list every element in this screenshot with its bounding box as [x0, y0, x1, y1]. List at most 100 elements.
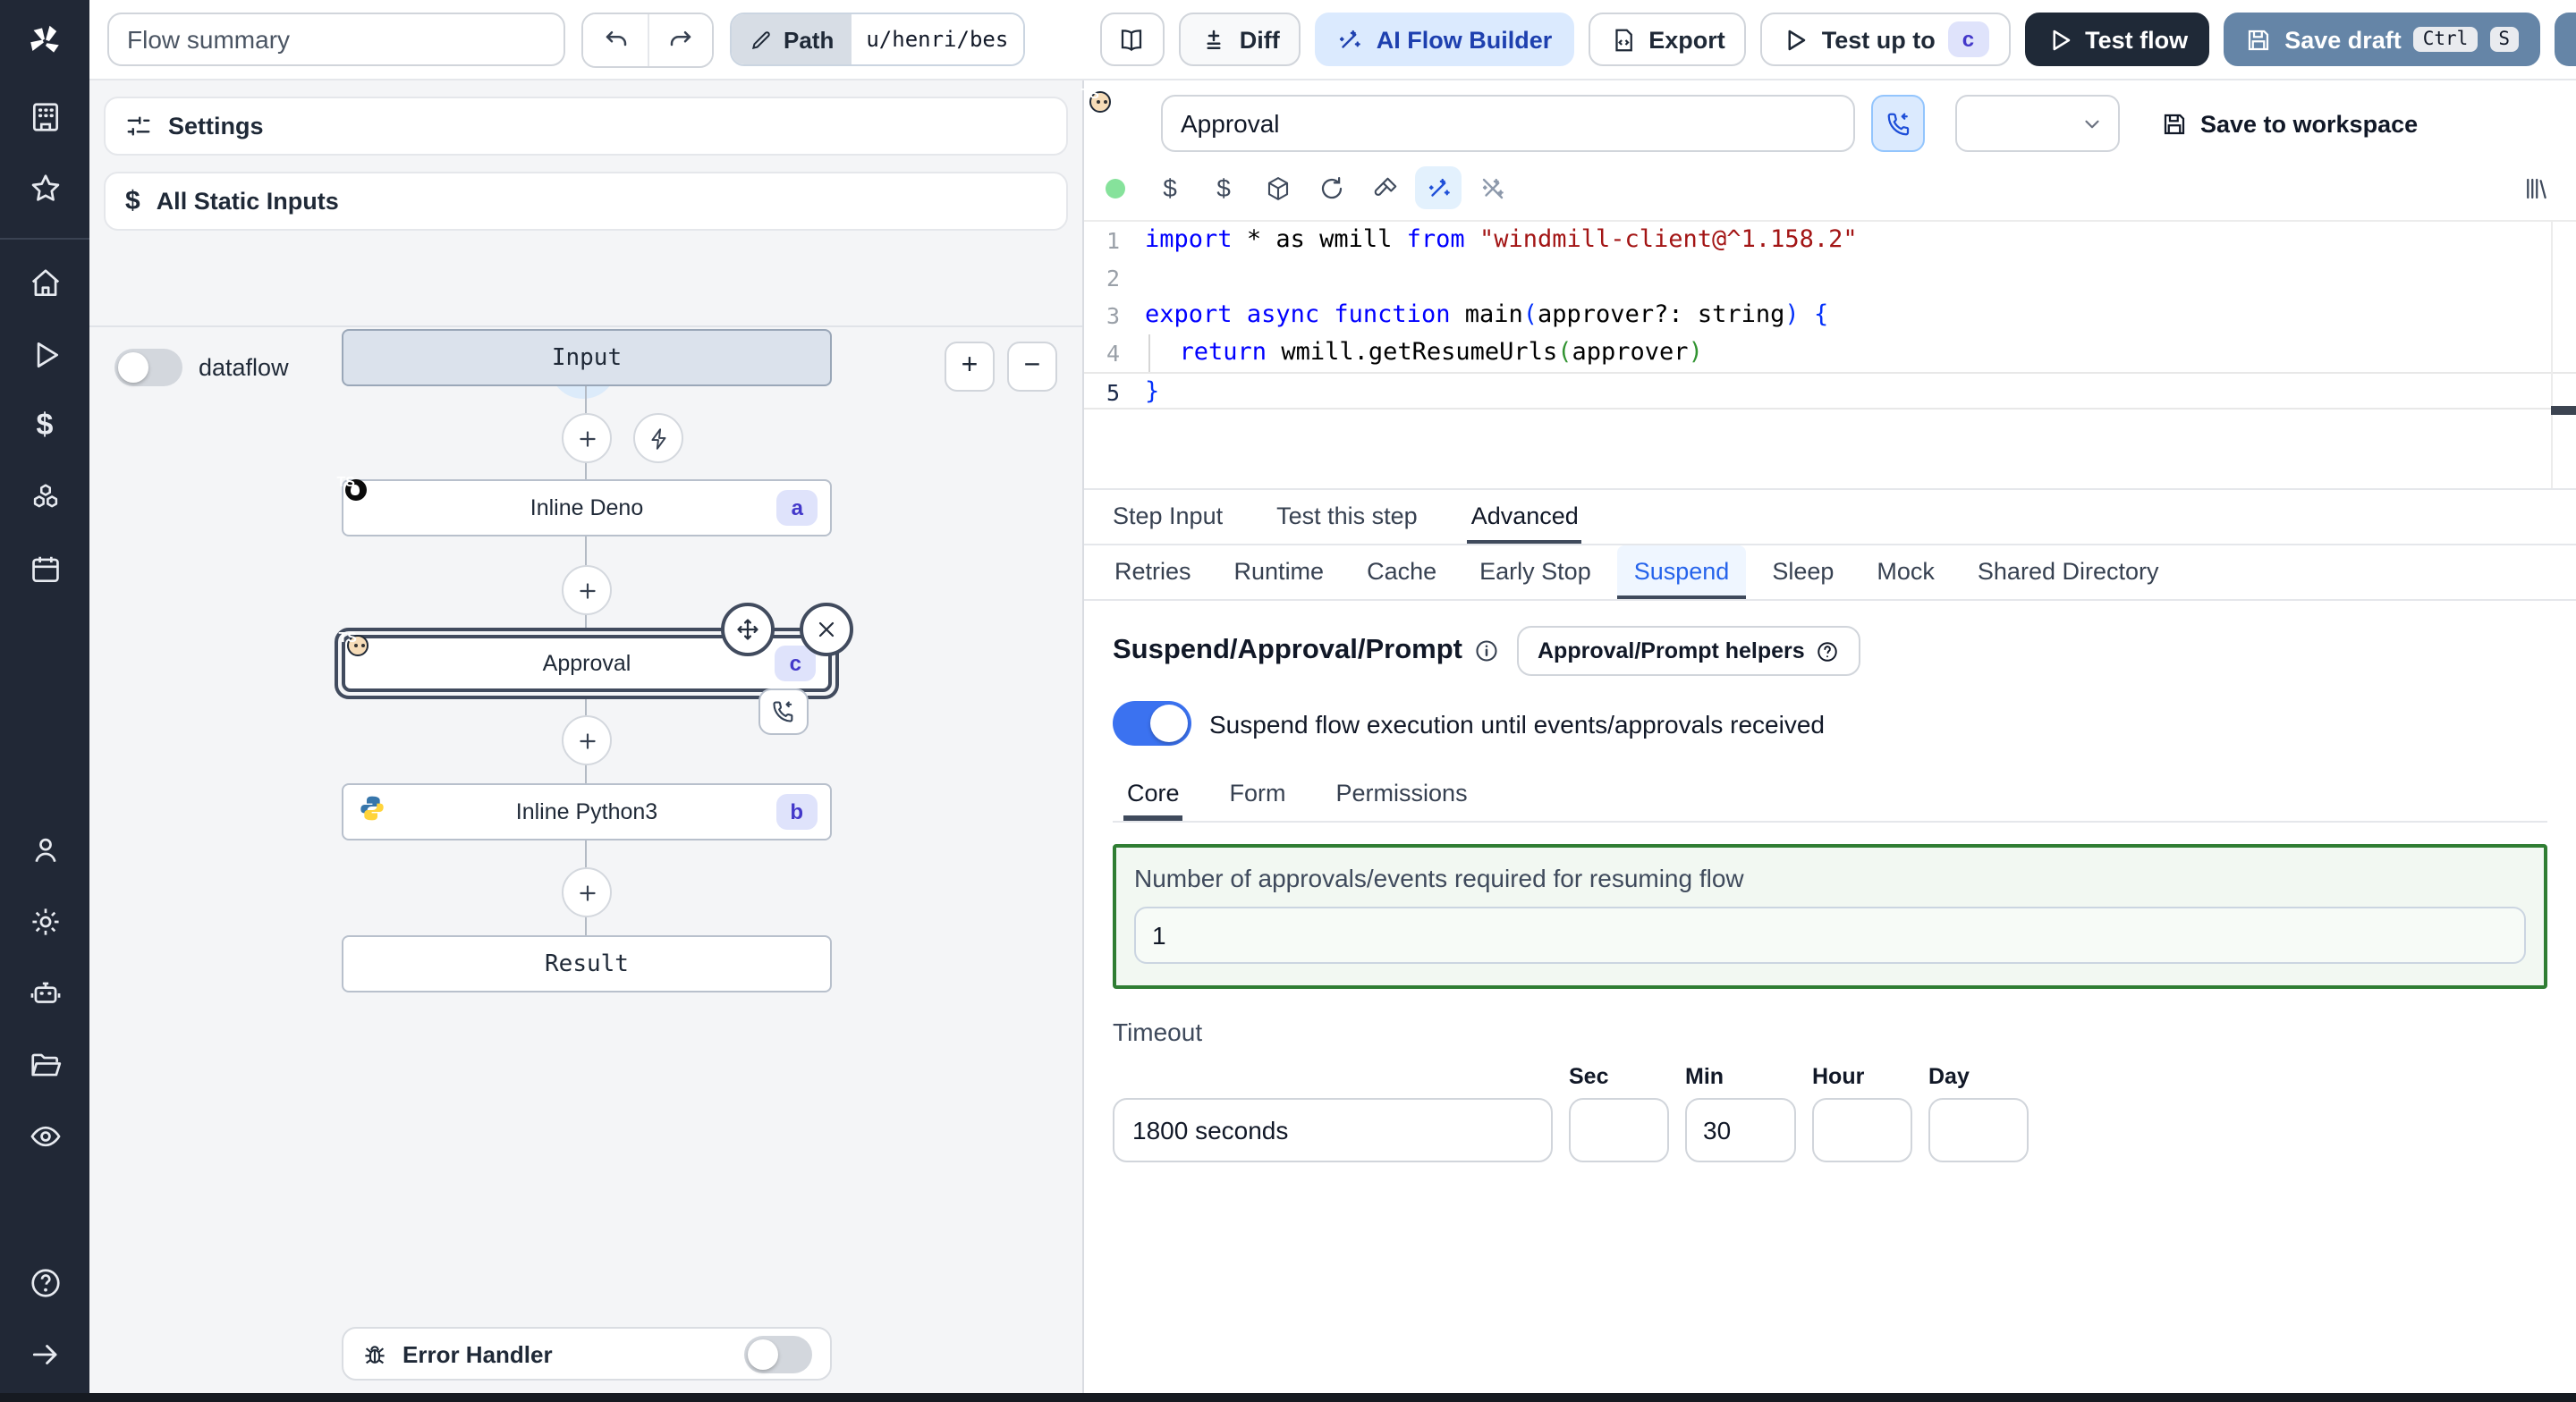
- trigger-bolt-button[interactable]: [633, 413, 683, 463]
- error-handler-toggle[interactable]: [744, 1335, 812, 1372]
- folders-icon[interactable]: [21, 1041, 68, 1087]
- audit-eye-icon[interactable]: [21, 1112, 68, 1159]
- collapse-arrow-icon[interactable]: [21, 1330, 68, 1377]
- node-python-label: Inline Python3: [515, 799, 658, 824]
- home-icon[interactable]: [21, 259, 68, 306]
- dataflow-toggle[interactable]: [114, 349, 182, 386]
- subtab-retries[interactable]: Retries: [1098, 545, 1208, 599]
- deploy-button-clipped[interactable]: [2555, 13, 2576, 66]
- suspend-subtabs: Core Form Permissions: [1113, 771, 2547, 823]
- timeout-hour-input[interactable]: [1812, 1098, 1912, 1162]
- suspend-tab-permissions[interactable]: Permissions: [1333, 771, 1471, 821]
- test-up-to-step-badge: c: [1947, 21, 1989, 57]
- node-result-label: Result: [545, 950, 629, 977]
- suspend-tab-form[interactable]: Form: [1226, 771, 1290, 821]
- resources-picker-button[interactable]: $: [1200, 166, 1247, 209]
- flow-summary-input[interactable]: [107, 13, 565, 66]
- move-step-button[interactable]: [721, 603, 775, 656]
- code-editor[interactable]: 1 import * as wmill from "windmill-client…: [1084, 220, 2576, 488]
- approval-step-toggle-button[interactable]: [1871, 95, 1925, 152]
- docs-book-button[interactable]: [1099, 13, 1165, 66]
- undo-button[interactable]: [583, 13, 648, 65]
- variables-picker-button[interactable]: $: [1147, 166, 1193, 209]
- subtab-runtime[interactable]: Runtime: [1218, 545, 1341, 599]
- tab-advanced[interactable]: Advanced: [1467, 490, 1582, 544]
- zoom-in-button[interactable]: +: [945, 342, 995, 392]
- reload-button[interactable]: [1308, 166, 1354, 209]
- code-line-1[interactable]: 1 import * as wmill from "windmill-client…: [1084, 222, 2576, 259]
- library-icon-button[interactable]: [2512, 166, 2558, 209]
- ai-assist-button[interactable]: [1415, 166, 1462, 209]
- subtab-shared-directory[interactable]: Shared Directory: [1962, 545, 2175, 599]
- node-deno-label: Inline Deno: [530, 495, 644, 520]
- redo-button[interactable]: [648, 13, 712, 65]
- min-label: Min: [1685, 1064, 1724, 1089]
- approval-phone-badge[interactable]: [758, 688, 809, 735]
- timeout-total-input[interactable]: [1113, 1098, 1553, 1162]
- subtab-suspend[interactable]: Suspend: [1617, 545, 1746, 599]
- timeout-day-input[interactable]: [1928, 1098, 2029, 1162]
- step-detail-panel: Save to workspace $ $: [1084, 80, 2576, 1402]
- workers-robot-icon[interactable]: [21, 969, 68, 1016]
- test-flow-button[interactable]: Test flow: [2024, 13, 2210, 66]
- flow-panel-divider: [89, 325, 1082, 327]
- path-value: u/henri/bes: [852, 14, 1023, 64]
- insert-step-button-3[interactable]: [562, 715, 612, 765]
- node-deno-badge: a: [776, 490, 818, 526]
- suspend-tab-core[interactable]: Core: [1123, 771, 1183, 821]
- save-to-workspace-button[interactable]: Save to workspace: [2161, 110, 2418, 137]
- settings-gear-icon[interactable]: [21, 898, 68, 944]
- node-inline-deno[interactable]: Inline Deno a: [342, 479, 832, 536]
- help-icon[interactable]: [21, 1259, 68, 1305]
- editor-scrollbar-thumb[interactable]: [2551, 406, 2576, 415]
- day-label: Day: [1928, 1064, 1970, 1089]
- diff-button[interactable]: Diff: [1178, 13, 1301, 66]
- export-button[interactable]: Export: [1588, 13, 1747, 66]
- approval-prompt-helpers-button[interactable]: Approval/Prompt helpers: [1516, 626, 1860, 676]
- test-up-to-button[interactable]: Test up to c: [1760, 13, 2011, 66]
- users-icon[interactable]: [21, 826, 68, 873]
- favorites-star-icon[interactable]: [21, 165, 68, 211]
- resources-icon[interactable]: [21, 474, 68, 520]
- export-label: Export: [1648, 26, 1725, 53]
- subtab-mock[interactable]: Mock: [1860, 545, 1951, 599]
- delete-step-button[interactable]: [800, 603, 853, 656]
- code-line-4[interactable]: 4 return wmill.getResumeUrls(approver): [1084, 334, 2576, 372]
- approvals-required-input[interactable]: [1134, 907, 2526, 964]
- subtab-cache[interactable]: Cache: [1351, 545, 1453, 599]
- insert-step-button-1[interactable]: [562, 413, 612, 463]
- path-editor[interactable]: Path u/henri/bes: [730, 13, 1025, 66]
- code-line-3[interactable]: 3 export async function main(approver?: s…: [1084, 297, 2576, 334]
- node-inline-python[interactable]: Inline Python3 b: [342, 783, 832, 840]
- format-brush-button[interactable]: [1361, 166, 1408, 209]
- code-line-5[interactable]: 5}: [1084, 372, 2576, 410]
- subtab-early-stop[interactable]: Early Stop: [1463, 545, 1607, 599]
- suspend-enable-toggle[interactable]: [1113, 701, 1191, 746]
- schedules-icon[interactable]: [21, 545, 68, 592]
- subtab-sleep[interactable]: Sleep: [1756, 545, 1850, 599]
- timeout-min-input[interactable]: [1685, 1098, 1796, 1162]
- variables-icon[interactable]: $: [21, 402, 68, 449]
- code-line-2[interactable]: 2: [1084, 259, 2576, 297]
- insert-step-button-2[interactable]: [562, 565, 612, 615]
- tab-test-this-step[interactable]: Test this step: [1273, 490, 1421, 544]
- save-draft-button[interactable]: Save draft Ctrl S: [2224, 13, 2540, 66]
- workspace-icon[interactable]: [21, 93, 68, 139]
- node-result[interactable]: Result: [342, 935, 832, 992]
- runs-icon[interactable]: [21, 331, 68, 377]
- package-icon-button[interactable]: [1254, 166, 1301, 209]
- all-static-inputs-row[interactable]: $ All Static Inputs: [104, 172, 1068, 231]
- zoom-out-button[interactable]: −: [1007, 342, 1057, 392]
- tab-step-input[interactable]: Step Input: [1109, 490, 1226, 544]
- step-name-input[interactable]: [1161, 95, 1855, 152]
- insert-step-button-4[interactable]: [562, 867, 612, 917]
- ai-assist-off-button[interactable]: [1469, 166, 1515, 209]
- timeout-sec-input[interactable]: [1569, 1098, 1669, 1162]
- windmill-logo-icon[interactable]: [0, 0, 89, 80]
- step-tabs: Step Input Test this step Advanced: [1084, 488, 2576, 545]
- node-input[interactable]: Input: [342, 329, 832, 386]
- error-handler-row[interactable]: Error Handler: [342, 1327, 832, 1381]
- script-version-select[interactable]: [1955, 95, 2120, 152]
- flow-settings-row[interactable]: Settings: [104, 97, 1068, 156]
- ai-flow-builder-button[interactable]: AI Flow Builder: [1315, 13, 1574, 66]
